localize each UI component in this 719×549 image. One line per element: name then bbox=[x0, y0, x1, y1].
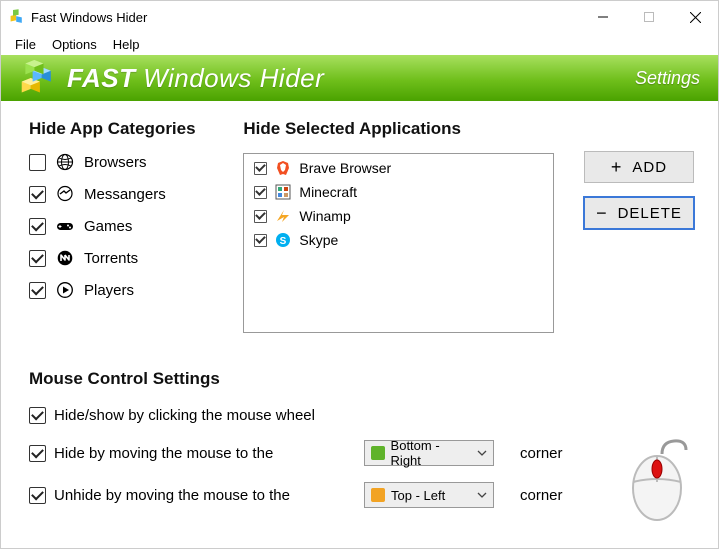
app-item-minecraft[interactable]: Minecraft bbox=[254, 184, 543, 200]
checkbox[interactable] bbox=[29, 186, 46, 203]
categories-list: Browsers Messangers Games bbox=[29, 153, 213, 299]
mouse-opt-wheel[interactable]: Hide/show by clicking the mouse wheel bbox=[29, 407, 694, 424]
checkbox[interactable] bbox=[29, 407, 46, 424]
corner-color-swatch bbox=[371, 446, 385, 460]
checkbox[interactable] bbox=[29, 445, 46, 462]
minecraft-icon bbox=[275, 184, 291, 200]
checkbox[interactable] bbox=[29, 154, 46, 171]
category-players[interactable]: Players bbox=[29, 281, 213, 299]
product-name: FAST Windows Hider bbox=[67, 63, 324, 94]
play-circle-icon bbox=[56, 281, 74, 299]
skype-icon: S bbox=[275, 232, 291, 248]
add-button-label: ADD bbox=[632, 159, 667, 176]
app-label: Brave Browser bbox=[299, 160, 391, 176]
category-browsers[interactable]: Browsers bbox=[29, 153, 213, 171]
checkbox[interactable] bbox=[29, 250, 46, 267]
menu-options[interactable]: Options bbox=[44, 35, 105, 54]
product-name-rest: Windows Hider bbox=[135, 63, 324, 93]
category-label: Torrents bbox=[84, 250, 138, 267]
menu-help[interactable]: Help bbox=[105, 35, 148, 54]
gamepad-icon bbox=[56, 217, 74, 235]
app-item-brave[interactable]: Brave Browser bbox=[254, 160, 543, 176]
checkbox[interactable] bbox=[29, 282, 46, 299]
winamp-icon bbox=[275, 208, 291, 224]
category-messengers[interactable]: Messangers bbox=[29, 185, 213, 203]
checkbox[interactable] bbox=[254, 210, 267, 223]
categories-column: Hide App Categories Browsers Messangers bbox=[29, 119, 213, 333]
buttons-column: + ADD − DELETE bbox=[584, 119, 694, 333]
minimize-button[interactable] bbox=[580, 1, 626, 33]
add-button[interactable]: + ADD bbox=[584, 151, 694, 183]
applications-heading: Hide Selected Applications bbox=[243, 119, 554, 139]
category-label: Messangers bbox=[84, 186, 166, 203]
product-name-bold: FAST bbox=[67, 63, 135, 93]
checkbox[interactable] bbox=[29, 487, 46, 504]
delete-button-label: DELETE bbox=[618, 205, 682, 222]
mouse-opt-unhide-corner[interactable]: Unhide by moving the mouse to the Top - … bbox=[29, 482, 694, 508]
category-label: Players bbox=[84, 282, 134, 299]
content-area: Hide App Categories Browsers Messangers bbox=[1, 101, 718, 548]
brave-icon bbox=[275, 160, 291, 176]
mouse-section: Mouse Control Settings Hide/show by clic… bbox=[29, 369, 694, 524]
corner-word: corner bbox=[520, 445, 563, 462]
chevron-down-icon bbox=[477, 488, 487, 503]
app-label: Skype bbox=[299, 232, 338, 248]
categories-heading: Hide App Categories bbox=[29, 119, 213, 139]
checkbox[interactable] bbox=[254, 234, 267, 247]
titlebar: Fast Windows Hider bbox=[1, 1, 718, 33]
corner-word: corner bbox=[520, 487, 563, 504]
banner: FAST Windows Hider Settings bbox=[1, 55, 718, 101]
app-item-skype[interactable]: S Skype bbox=[254, 232, 543, 248]
torrent-icon bbox=[56, 249, 74, 267]
delete-button[interactable]: − DELETE bbox=[584, 197, 694, 229]
mouse-opt-hide-corner[interactable]: Hide by moving the mouse to the Bottom -… bbox=[29, 440, 694, 466]
unhide-corner-select[interactable]: Top - Left bbox=[364, 482, 494, 508]
messenger-icon bbox=[56, 185, 74, 203]
applications-column: Hide Selected Applications Brave Browser… bbox=[243, 119, 554, 333]
window-title: Fast Windows Hider bbox=[31, 10, 580, 25]
close-button[interactable] bbox=[672, 1, 718, 33]
plus-icon: + bbox=[611, 158, 623, 176]
menubar: File Options Help bbox=[1, 33, 718, 55]
menu-file[interactable]: File bbox=[7, 35, 44, 54]
applications-list[interactable]: Brave Browser Minecraft Winamp bbox=[243, 153, 554, 333]
svg-text:S: S bbox=[280, 236, 287, 247]
minus-icon: − bbox=[596, 204, 608, 222]
chevron-down-icon bbox=[477, 446, 487, 461]
mouse-opt-hide-label: Hide by moving the mouse to the bbox=[54, 445, 344, 462]
globe-icon bbox=[56, 153, 74, 171]
checkbox[interactable] bbox=[254, 186, 267, 199]
product-logo-icon bbox=[9, 58, 53, 98]
page-title: Settings bbox=[635, 68, 700, 89]
checkbox[interactable] bbox=[254, 162, 267, 175]
mouse-heading: Mouse Control Settings bbox=[29, 369, 694, 389]
app-icon bbox=[9, 9, 25, 25]
mouse-opt-wheel-label: Hide/show by clicking the mouse wheel bbox=[54, 407, 315, 424]
category-label: Games bbox=[84, 218, 132, 235]
category-label: Browsers bbox=[84, 154, 147, 171]
category-games[interactable]: Games bbox=[29, 217, 213, 235]
checkbox[interactable] bbox=[29, 218, 46, 235]
hide-corner-value: Bottom - Right bbox=[391, 438, 471, 468]
mouse-illustration-icon bbox=[622, 432, 692, 522]
app-label: Winamp bbox=[299, 208, 350, 224]
top-row: Hide App Categories Browsers Messangers bbox=[29, 119, 694, 333]
unhide-corner-value: Top - Left bbox=[391, 488, 445, 503]
category-torrents[interactable]: Torrents bbox=[29, 249, 213, 267]
mouse-opt-unhide-label: Unhide by moving the mouse to the bbox=[54, 487, 344, 504]
app-item-winamp[interactable]: Winamp bbox=[254, 208, 543, 224]
hide-corner-select[interactable]: Bottom - Right bbox=[364, 440, 494, 466]
corner-color-swatch bbox=[371, 488, 385, 502]
app-label: Minecraft bbox=[299, 184, 357, 200]
maximize-button[interactable] bbox=[626, 1, 672, 33]
